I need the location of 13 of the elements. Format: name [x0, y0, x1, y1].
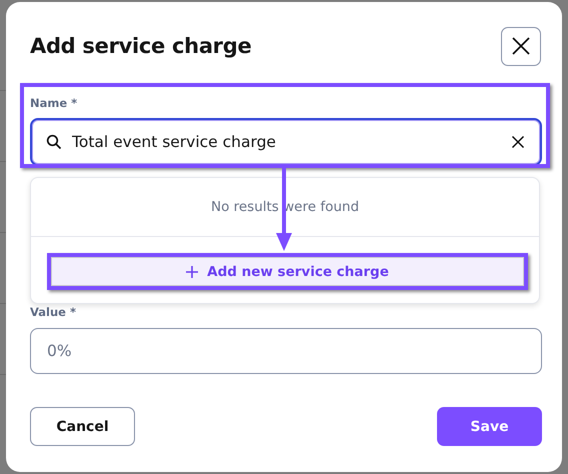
clear-icon[interactable] [511, 135, 525, 149]
input-field[interactable]: 0% [30, 328, 542, 374]
field-label: Value * [30, 305, 77, 319]
add-option-button[interactable]: Add new service charge [51, 257, 524, 286]
field-label: Name * [30, 96, 78, 110]
dialog-title: Add service charge [30, 34, 252, 58]
plus-icon [186, 266, 198, 278]
cancel-button[interactable]: Cancel [30, 407, 135, 446]
save-button[interactable]: Save [437, 407, 542, 446]
close-icon [511, 36, 531, 56]
search-field[interactable]: Total event service charge [30, 118, 542, 166]
search-icon [46, 134, 62, 150]
close-button[interactable] [501, 26, 541, 66]
